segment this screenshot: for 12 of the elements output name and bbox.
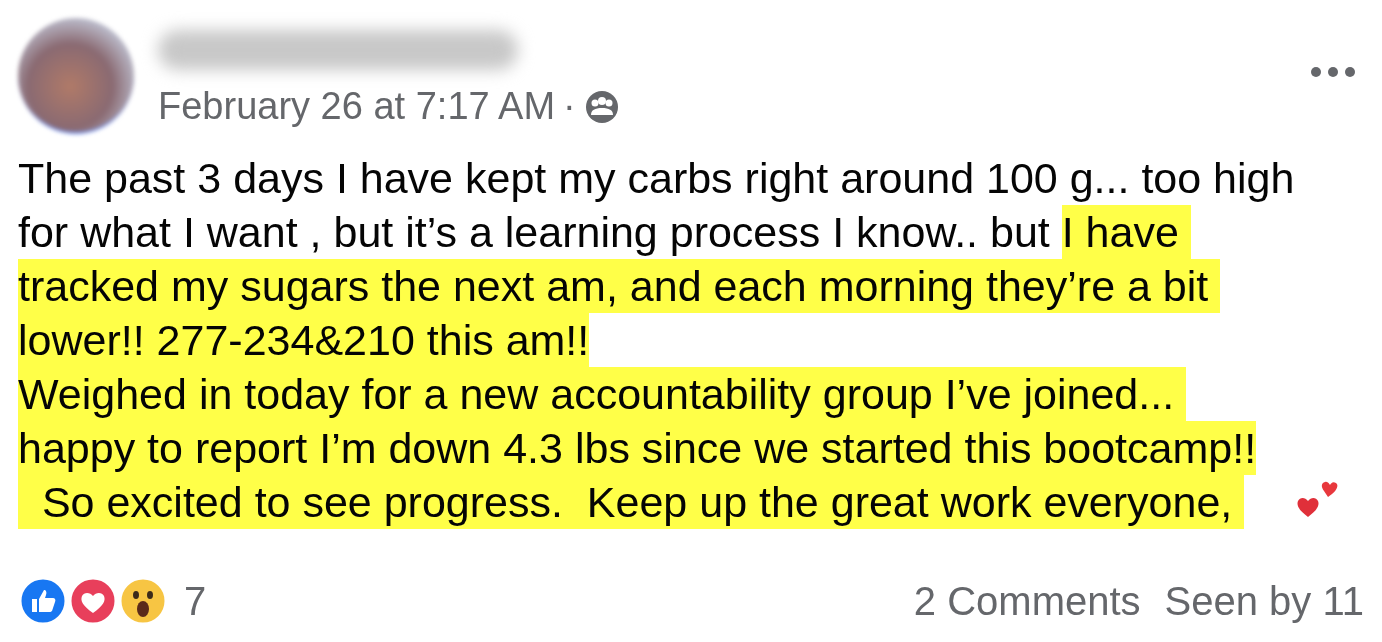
reaction-count[interactable]: 7 bbox=[184, 579, 207, 623]
group-icon bbox=[583, 88, 620, 125]
seen-by-link[interactable]: Seen by 11 bbox=[1164, 579, 1364, 623]
like-reaction-icon[interactable] bbox=[18, 576, 68, 626]
separator: · bbox=[563, 84, 576, 129]
wow-reaction-icon[interactable] bbox=[118, 576, 168, 626]
love-reaction-icon[interactable] bbox=[68, 576, 118, 626]
avatar[interactable] bbox=[18, 18, 134, 134]
more-options-icon[interactable] bbox=[1310, 66, 1356, 78]
timestamp[interactable]: February 26 at 7:17 AM bbox=[158, 78, 556, 135]
post-text: The past 3 days I have kept my carbs right around 100 g... too high for what I want , but it’s a learning process I know.. but I have tracked my sugars the next am, and each morning they’re a bit lower!! 277-234&210 this am!! Weighed in today for a new accountability group I’ve joined... happy to report I’m down 4.3 lbs since we started this bootcamp!! So excited to see progress. Keep up the great work everyone, bbox=[18, 151, 1295, 529]
comments-link[interactable]: 2 Comments bbox=[913, 579, 1141, 623]
